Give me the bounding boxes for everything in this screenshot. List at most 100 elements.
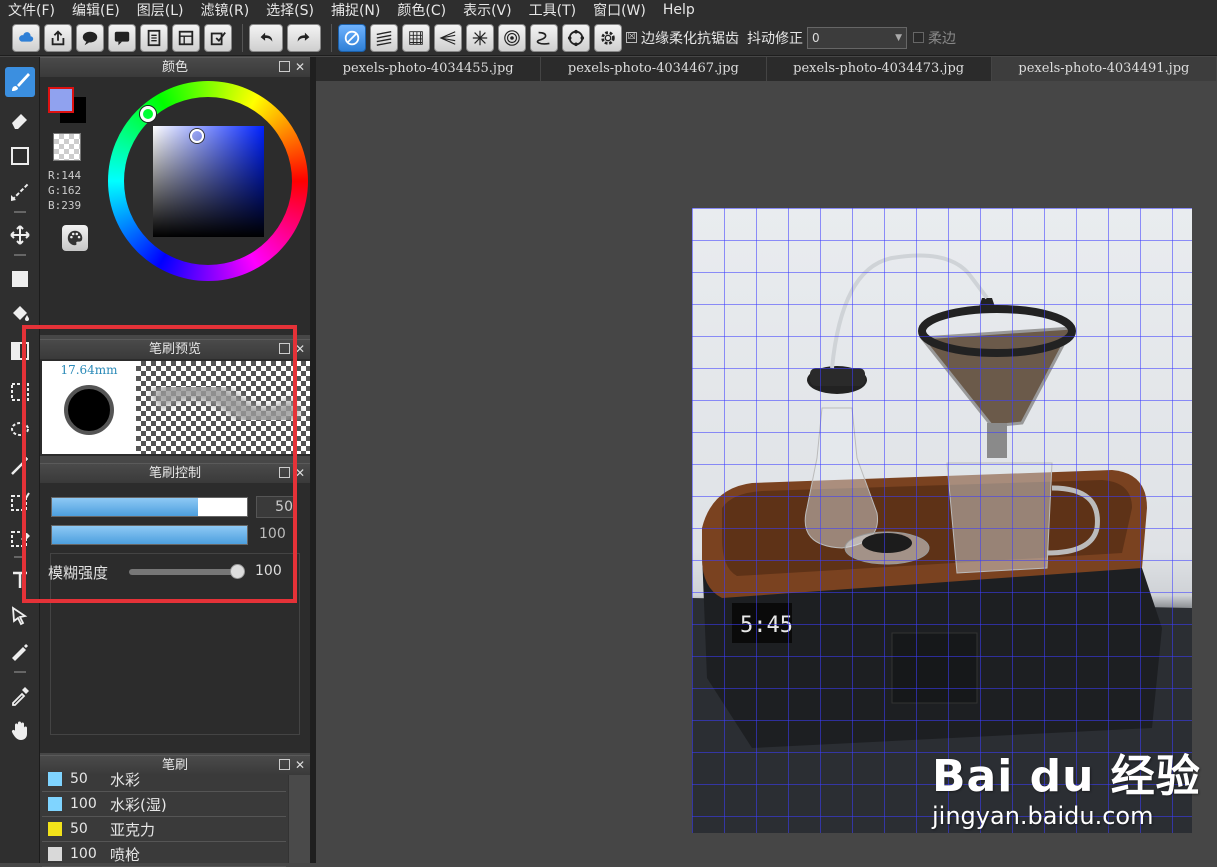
- menu-select[interactable]: 选择(S): [266, 0, 314, 20]
- redo-icon[interactable]: [287, 23, 321, 52]
- hand-tool-icon[interactable]: [5, 716, 35, 746]
- brush-opacity-slider[interactable]: [51, 525, 248, 545]
- bucket-tool-icon[interactable]: [5, 299, 35, 329]
- close-icon[interactable]: ✕: [295, 756, 305, 775]
- brush-size-value[interactable]: 50: [256, 496, 296, 518]
- undock-icon[interactable]: [279, 343, 290, 354]
- watermark-url: jingyan.baidu.com: [932, 802, 1154, 830]
- brush-size-text: 17.64mm: [60, 363, 118, 377]
- blur-strength-slider[interactable]: [129, 569, 239, 575]
- text-tool-icon[interactable]: [5, 565, 35, 595]
- stabilizer-label: 抖动修正: [747, 30, 803, 47]
- brush-item[interactable]: 100 水彩(湿): [42, 792, 286, 817]
- transparent-color-swatch[interactable]: [53, 133, 81, 161]
- menu-snap[interactable]: 捕捉(N): [331, 0, 380, 20]
- smudge-tool-icon[interactable]: [5, 637, 35, 667]
- brush-item[interactable]: 50 水彩: [42, 767, 286, 792]
- brush-size-preview: 17.64mm: [42, 361, 136, 454]
- cloud-icon[interactable]: [12, 23, 40, 52]
- brush-size-slider[interactable]: [51, 497, 248, 517]
- brush-list-scrollbar[interactable]: [288, 775, 310, 863]
- hue-knob[interactable]: [140, 106, 156, 122]
- concentric-icon[interactable]: [498, 23, 526, 52]
- baidu-watermark: Bai du 经验 jingyan.baidu.com: [932, 740, 1201, 830]
- color-panel: R:144 G:162 B:239: [40, 77, 310, 335]
- undock-icon[interactable]: [279, 61, 290, 72]
- gradient-tool-icon[interactable]: [5, 336, 35, 366]
- brush-list-panel: 50 水彩 100 水彩(湿) 50 亚克力 100 喷枪: [40, 771, 310, 867]
- brush-tip-dot: [64, 385, 114, 435]
- hue-wheel[interactable]: [108, 81, 308, 281]
- circle-snap-icon[interactable]: [562, 23, 590, 52]
- brush-control-header[interactable]: 笔刷控制 ✕: [40, 463, 310, 483]
- menu-file[interactable]: 文件(F): [8, 0, 55, 20]
- brush-preview-header[interactable]: 笔刷预览 ✕: [40, 339, 310, 359]
- select-eraser-icon[interactable]: [5, 523, 35, 553]
- document-tab[interactable]: pexels-photo-4034473.jpg: [767, 57, 992, 81]
- eyedropper-icon[interactable]: [5, 681, 35, 711]
- document-tab-active[interactable]: pexels-photo-4034491.jpg: [991, 57, 1217, 81]
- foreground-color-swatch[interactable]: [48, 87, 74, 113]
- undock-icon[interactable]: [279, 467, 290, 478]
- brush-item-size: 100: [70, 796, 97, 812]
- menu-view[interactable]: 表示(V): [463, 0, 512, 20]
- brush-item[interactable]: 100 喷枪: [42, 842, 286, 867]
- blur-strength-label: 模糊强度: [48, 564, 109, 582]
- close-icon[interactable]: ✕: [295, 340, 305, 359]
- antialias-toggle[interactable]: ☒ 边缘柔化抗锯齿: [626, 28, 739, 48]
- brush-preview-panel: 17.64mm: [40, 359, 310, 456]
- document-tab[interactable]: pexels-photo-4034467.jpg: [541, 57, 767, 81]
- grid-snap-icon[interactable]: [402, 23, 430, 52]
- layout-icon[interactable]: [172, 23, 200, 52]
- document-icon[interactable]: [140, 23, 168, 52]
- operation-tool-icon[interactable]: [5, 601, 35, 631]
- menu-window[interactable]: 窗口(W): [593, 0, 646, 20]
- gear-icon[interactable]: [594, 23, 622, 52]
- brush-color-swatch: [48, 822, 62, 836]
- menu-tools[interactable]: 工具(T): [529, 0, 576, 20]
- menu-color[interactable]: 颜色(C): [397, 0, 446, 20]
- blur-strength-thumb[interactable]: [230, 564, 245, 579]
- parallel-lines-icon[interactable]: [370, 23, 398, 52]
- rectangle-tool-icon[interactable]: [5, 141, 35, 171]
- blue-value: B:239: [48, 199, 82, 212]
- move-tool-icon[interactable]: [5, 220, 35, 250]
- close-icon[interactable]: ✕: [295, 58, 305, 77]
- lasso-select-icon[interactable]: [5, 415, 35, 445]
- line-tool-icon[interactable]: [5, 177, 35, 207]
- eraser-tool-icon[interactable]: [5, 105, 35, 135]
- radial-icon[interactable]: [466, 23, 494, 52]
- soft-edge-checkbox[interactable]: [913, 32, 924, 43]
- sv-knob[interactable]: [190, 129, 204, 143]
- menu-layer[interactable]: 图层(L): [137, 0, 184, 20]
- fill-rect-tool-icon[interactable]: [5, 264, 35, 294]
- brush-item[interactable]: 50 亚克力: [42, 817, 286, 842]
- saturation-value-square[interactable]: [153, 126, 264, 237]
- color-panel-title: 颜色: [161, 60, 188, 75]
- export-icon[interactable]: [44, 23, 72, 52]
- rect-select-icon[interactable]: [5, 377, 35, 407]
- close-icon[interactable]: ✕: [295, 464, 305, 483]
- perspective-icon[interactable]: [434, 23, 462, 52]
- tool-divider: [14, 211, 26, 213]
- magic-wand-icon[interactable]: [5, 451, 35, 481]
- palette-icon[interactable]: [62, 225, 88, 251]
- brush-tool-icon[interactable]: [5, 67, 35, 97]
- menu-edit[interactable]: 编辑(E): [72, 0, 120, 20]
- select-pen-icon[interactable]: [5, 487, 35, 517]
- speech-bubble-icon[interactable]: [76, 23, 104, 52]
- menu-filter[interactable]: 滤镜(R): [201, 0, 250, 20]
- undo-icon[interactable]: [249, 23, 283, 52]
- curve-icon[interactable]: [530, 23, 558, 52]
- antialias-checkbox[interactable]: ☒: [626, 32, 637, 43]
- color-panel-header[interactable]: 颜色 ✕: [40, 57, 310, 77]
- no-snap-icon[interactable]: [338, 23, 366, 52]
- checklist-icon[interactable]: [204, 23, 232, 52]
- brush-item-name: 水彩: [110, 770, 141, 789]
- brush-control-panel: 50 100 模糊强度 100: [40, 483, 310, 753]
- menu-help[interactable]: Help: [663, 2, 695, 18]
- document-tab[interactable]: pexels-photo-4034455.jpg: [316, 57, 542, 81]
- soft-edge-toggle[interactable]: 柔边: [913, 28, 956, 48]
- stabilizer-select[interactable]: 0 ▼: [807, 26, 907, 49]
- comment-icon[interactable]: [108, 23, 136, 52]
